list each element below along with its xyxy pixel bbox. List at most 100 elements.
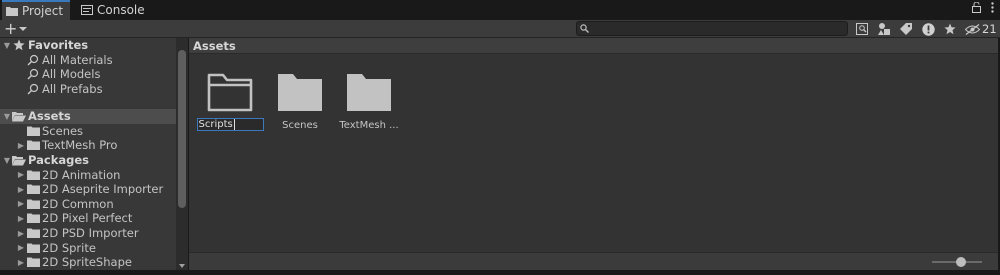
- folder-icon: [26, 126, 40, 136]
- open-folder-icon: [12, 111, 26, 122]
- search-icon: [27, 69, 39, 80]
- favorites-icon[interactable]: [939, 21, 961, 37]
- tree-item-label: 2D SpriteShape: [42, 255, 132, 270]
- tree-item-label: All Models: [42, 67, 101, 82]
- tree-item-label: All Prefabs: [42, 82, 103, 97]
- window-tab-strip: Project Console: [0, 0, 1000, 20]
- tree-item-scenes[interactable]: Scenes: [0, 124, 176, 139]
- filter-by-type-icon[interactable]: [873, 21, 895, 37]
- icon-size-slider-thumb[interactable]: [956, 257, 966, 267]
- tree-item-label: 2D Pixel Perfect: [42, 211, 133, 226]
- tree-item-label: Scenes: [42, 123, 84, 138]
- collapsed-arrow-icon[interactable]: ▶: [16, 257, 26, 267]
- tree-scrollbar[interactable]: [176, 38, 188, 270]
- tree-favorites[interactable]: ▼ Favorites: [0, 38, 176, 53]
- tree-favorites-label: Favorites: [28, 38, 89, 53]
- tree-item-label: 2D Animation: [42, 167, 121, 182]
- folder-icon: [6, 7, 18, 16]
- expanded-arrow-icon[interactable]: ▼: [2, 40, 12, 50]
- collapsed-arrow-icon[interactable]: ▶: [16, 228, 26, 238]
- tree-item-textmesh-pro[interactable]: ▶ TextMesh Pro: [0, 138, 176, 153]
- tree-item-label: 2D PSD Importer: [42, 226, 139, 241]
- status-bar: [189, 252, 998, 270]
- hidden-packages-icon: [965, 23, 980, 35]
- folder-icon: [26, 243, 40, 253]
- folder-icon: [26, 199, 40, 209]
- collapsed-arrow-icon[interactable]: ▶: [16, 199, 26, 209]
- tab-project[interactable]: Project: [2, 0, 70, 20]
- folder-icon: [26, 184, 40, 195]
- collapsed-arrow-icon[interactable]: ▶: [16, 184, 26, 194]
- tree-item-all-materials[interactable]: All Materials: [0, 53, 176, 68]
- folder-icon: [347, 74, 391, 111]
- tree-item-2d-pixel-perfect[interactable]: ▶ 2D Pixel Perfect: [0, 211, 176, 226]
- more-options-icon[interactable]: [991, 2, 994, 13]
- collapsed-arrow-icon[interactable]: ▶: [16, 213, 26, 223]
- tab-console-label: Console: [97, 3, 145, 17]
- window-bottom-edge: [0, 270, 1000, 275]
- collapsed-arrow-icon[interactable]: ▶: [16, 243, 26, 253]
- scrollbar-thumb[interactable]: [178, 50, 186, 208]
- tree-assets-label: Assets: [28, 109, 71, 124]
- tree-item-label: 2D Sprite: [42, 240, 96, 255]
- tree-packages[interactable]: ▼ Packages: [0, 153, 176, 168]
- search-input[interactable]: [591, 22, 845, 35]
- tree-assets[interactable]: ▼ Assets: [0, 109, 176, 124]
- tree-item-label: 2D Aseprite Importer: [42, 182, 164, 197]
- tree-item-2d-sprite[interactable]: ▶ 2D Sprite: [0, 240, 176, 255]
- scroll-down-arrow-icon[interactable]: [179, 264, 185, 268]
- tree-item-label: 2D Common: [42, 196, 114, 211]
- asset-folder-scripts[interactable]: Scripts: [195, 72, 265, 131]
- breadcrumb[interactable]: Assets: [189, 38, 998, 54]
- warning-icon[interactable]: [917, 21, 939, 37]
- expanded-arrow-icon[interactable]: ▼: [2, 155, 12, 165]
- filter-by-label-icon[interactable]: [895, 21, 917, 37]
- expanded-arrow-icon[interactable]: ▼: [2, 111, 12, 121]
- hidden-packages-toggle[interactable]: 21: [965, 22, 997, 36]
- tree-item-label: TextMesh Pro: [42, 138, 118, 153]
- folder-icon: [26, 140, 40, 151]
- rename-field-value: Scripts: [198, 119, 233, 130]
- icon-size-slider[interactable]: [932, 257, 982, 267]
- tree-item-2d-animation[interactable]: ▶ 2D Animation: [0, 167, 176, 182]
- search-icon: [27, 54, 39, 66]
- search-icon: [27, 83, 39, 95]
- folder-icon: [26, 228, 40, 239]
- asset-folder-scenes[interactable]: Scenes: [265, 72, 335, 131]
- folder-icon: [26, 170, 40, 180]
- tree-item-all-prefabs[interactable]: All Prefabs: [0, 82, 176, 97]
- asset-browser: Assets Scripts Scenes TextMesh ...: [189, 38, 998, 270]
- create-asset-button[interactable]: +: [4, 19, 28, 38]
- collapsed-arrow-icon[interactable]: ▶: [16, 170, 26, 180]
- tree-item-all-models[interactable]: All Models: [0, 67, 176, 82]
- search-field[interactable]: [576, 21, 848, 36]
- project-folder-tree: ▼ Favorites All Materials All Models All…: [0, 38, 176, 270]
- asset-folder-textmesh-pro[interactable]: TextMesh ...: [334, 72, 404, 131]
- folder-icon: [26, 213, 40, 224]
- search-icon: [580, 24, 589, 33]
- chevron-down-icon: [19, 27, 28, 31]
- console-icon: [81, 5, 93, 15]
- project-toolbar: + 21: [0, 20, 1000, 38]
- folder-icon: [26, 257, 40, 268]
- tree-item-2d-psd-importer[interactable]: ▶ 2D PSD Importer: [0, 226, 176, 241]
- asset-label: TextMesh ...: [339, 120, 399, 131]
- lock-icon[interactable]: [972, 2, 981, 13]
- tree-item-label: All Materials: [42, 52, 113, 67]
- tab-console[interactable]: Console: [77, 0, 147, 20]
- hidden-packages-count: 21: [982, 22, 997, 36]
- tab-project-label: Project: [22, 4, 64, 18]
- add-label: +: [4, 19, 18, 38]
- folder-icon: [278, 74, 322, 111]
- rename-field[interactable]: Scripts: [196, 118, 264, 131]
- open-folder-icon: [12, 155, 26, 166]
- collapsed-arrow-icon[interactable]: ▶: [16, 140, 26, 150]
- star-icon: [13, 39, 25, 51]
- tree-item-2d-spriteshape[interactable]: ▶ 2D SpriteShape: [0, 255, 176, 270]
- tree-item-2d-aseprite-importer[interactable]: ▶ 2D Aseprite Importer: [0, 182, 176, 197]
- tree-packages-label: Packages: [28, 153, 89, 168]
- search-by-type-icon[interactable]: [851, 21, 873, 37]
- empty-folder-icon: [207, 73, 253, 112]
- tree-item-2d-common[interactable]: ▶ 2D Common: [0, 197, 176, 212]
- asset-label: Scenes: [282, 120, 318, 131]
